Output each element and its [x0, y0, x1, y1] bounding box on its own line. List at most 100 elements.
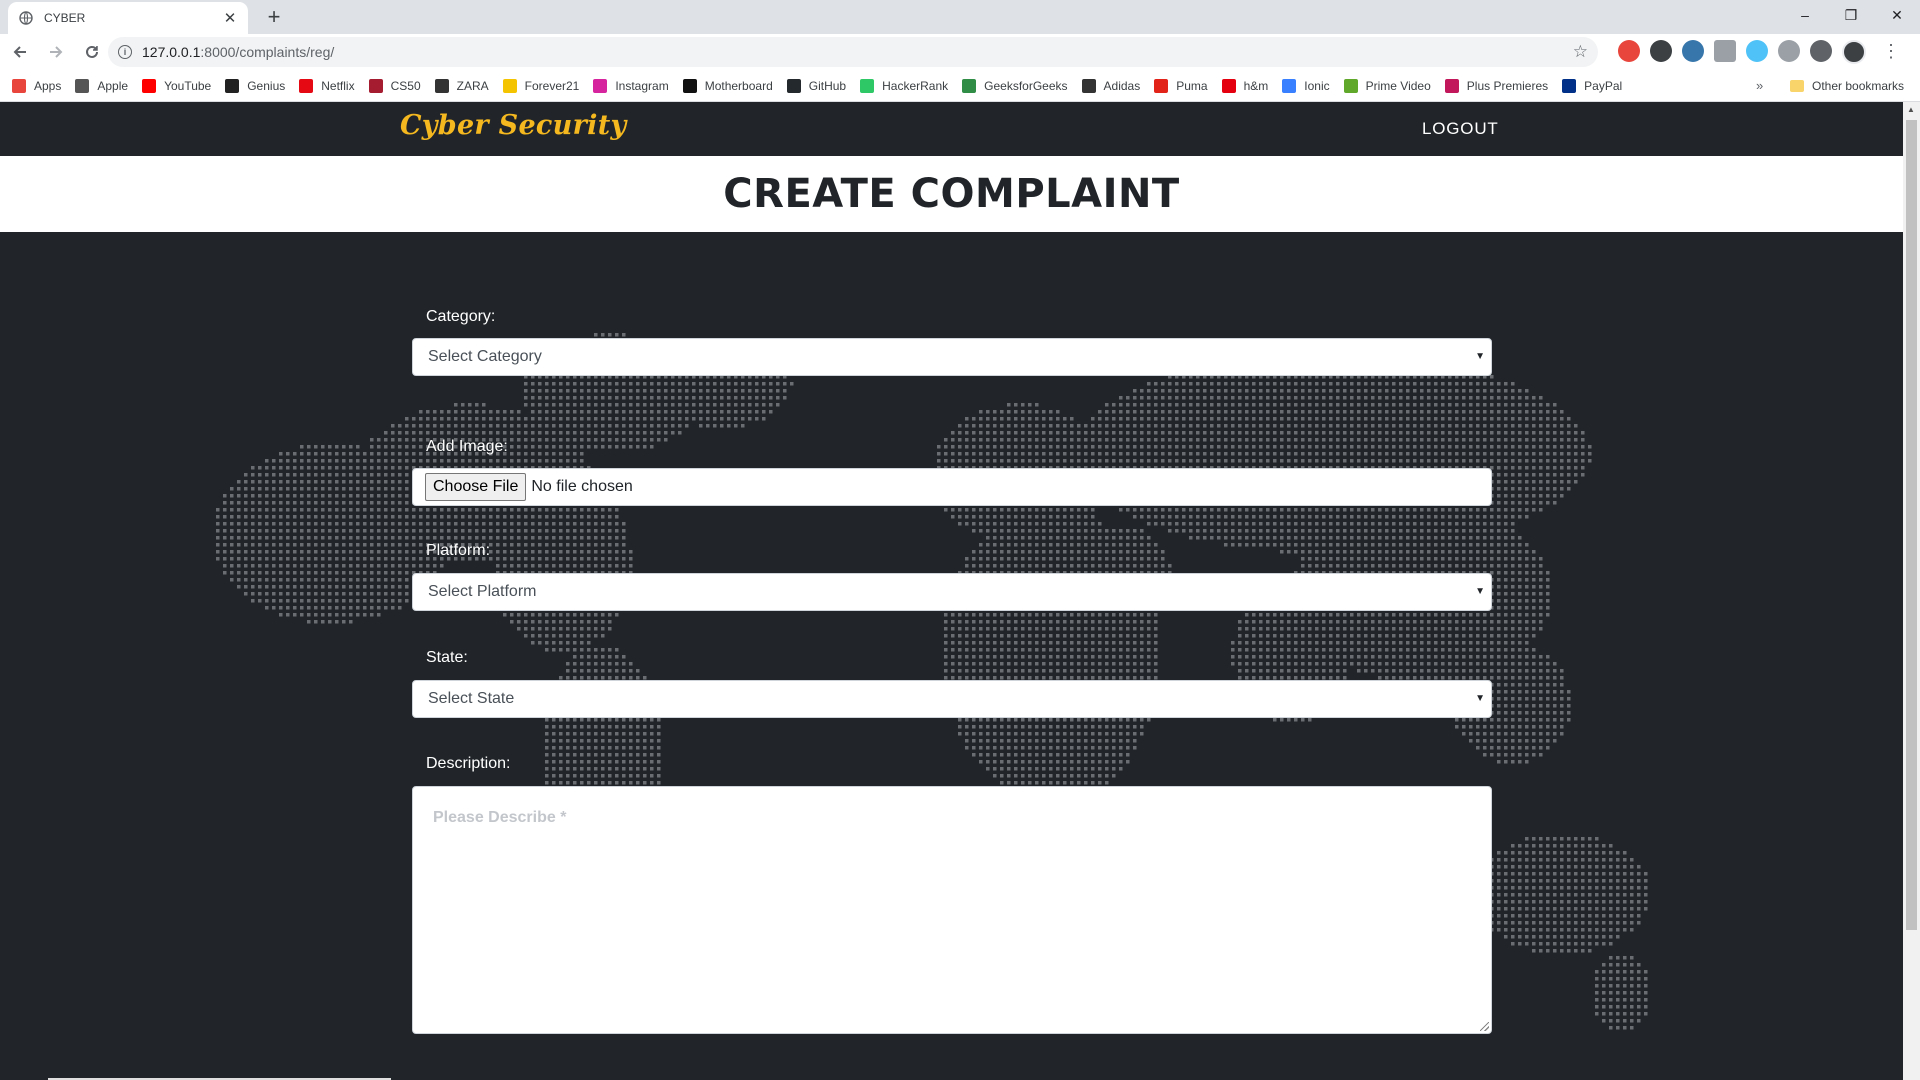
plus-premieres-icon — [1444, 78, 1459, 93]
platform-label: Platform: — [426, 542, 491, 559]
bookmark-label: Plus Premieres — [1466, 78, 1549, 93]
netflix-icon — [299, 78, 314, 93]
reload-icon — [86, 45, 98, 58]
scroll-up-icon[interactable]: ▲ — [1907, 105, 1915, 114]
page-scrollbar[interactable]: ▲ — [1903, 102, 1920, 1080]
geeksforgeeks-icon — [962, 78, 977, 93]
description-label: Description: — [426, 755, 511, 772]
bookmark-adidas[interactable]: Adidas — [1081, 78, 1141, 93]
hackerrank-icon — [860, 78, 875, 93]
bookmark-label: Prime Video — [1365, 78, 1431, 93]
cloud-extension-icon[interactable] — [1746, 40, 1768, 62]
bookmark-motherboard[interactable]: Motherboard — [682, 78, 773, 93]
other-bookmarks-folder[interactable]: Other bookmarks — [1790, 70, 1904, 102]
state-label: State: — [426, 649, 468, 666]
extension-icon[interactable] — [1778, 40, 1800, 62]
state-select[interactable]: Select State ▼ — [412, 680, 1492, 718]
bookmark-label: Genius — [247, 78, 286, 93]
category-select[interactable]: Select Category ▼ — [412, 338, 1492, 376]
file-status: No file chosen — [531, 478, 633, 495]
bookmark-label: CS50 — [390, 78, 421, 93]
minimize-button[interactable]: – — [1782, 0, 1828, 30]
bookmark-label: Apps — [34, 78, 62, 93]
extension-icon[interactable] — [1618, 40, 1640, 62]
back-button[interactable] — [4, 36, 36, 68]
paypal-icon — [1562, 78, 1577, 93]
platform-select-value: Select Platform — [428, 583, 537, 600]
category-label: Category: — [426, 308, 496, 325]
scrollbar-thumb[interactable] — [1906, 120, 1917, 930]
bookmark-zara[interactable]: ZARA — [434, 78, 489, 93]
cs50-icon — [368, 78, 383, 93]
bookmark-ionic[interactable]: Ionic — [1282, 78, 1330, 93]
address-bar[interactable]: i 127.0.0.1:8000/complaints/reg/ ☆ — [108, 37, 1598, 67]
bookmark-github[interactable]: GitHub — [786, 78, 846, 93]
platform-select[interactable]: Select Platform ▼ — [412, 573, 1492, 611]
forward-button[interactable] — [40, 36, 72, 68]
bookmark-genius[interactable]: Genius — [225, 78, 286, 93]
browser-menu-icon[interactable]: ⋮ — [1882, 40, 1900, 64]
extension-icon[interactable] — [1714, 40, 1736, 62]
bookmarks-bar: Apps Apple YouTube Genius Netflix CS50 ZARA For… — [0, 70, 1920, 102]
globe-icon — [18, 10, 34, 26]
bookmark-prime-video[interactable]: Prime Video — [1343, 78, 1431, 93]
apps-grid-icon — [12, 78, 26, 93]
bookmarks-overflow-button[interactable]: » — [1756, 78, 1763, 93]
profile-avatar[interactable] — [1842, 40, 1866, 64]
restore-button[interactable]: ❐ — [1828, 0, 1874, 30]
url-text: 127.0.0.1:8000/complaints/reg/ — [142, 44, 335, 60]
description-placeholder: Please Describe * — [433, 809, 567, 826]
bookmark-plus-premieres[interactable]: Plus Premieres — [1444, 78, 1549, 93]
extensions-area: ⋮ — [1618, 40, 1900, 64]
bookmark-label: Adidas — [1103, 78, 1141, 93]
image-file-input[interactable]: Choose File No file chosen — [412, 468, 1492, 506]
youtube-icon — [142, 78, 157, 93]
title-band: CREATE COMPLAINT — [0, 156, 1903, 232]
resize-grip-icon[interactable] — [1480, 1022, 1489, 1031]
logout-link[interactable]: LOGOUT — [1422, 119, 1499, 139]
site-info-icon[interactable]: i — [118, 45, 132, 59]
bookmark-label: Motherboard — [704, 78, 773, 93]
bookmark-h-m[interactable]: h&m — [1221, 78, 1269, 93]
bookmark-hackerrank[interactable]: HackerRank — [860, 78, 948, 93]
bookmark-label: Forever21 — [524, 78, 580, 93]
choose-file-button[interactable]: Choose File — [425, 473, 527, 501]
tab-close-icon[interactable]: ✕ — [222, 9, 238, 27]
instagram-icon — [593, 78, 608, 93]
bookmark-puma[interactable]: Puma — [1154, 78, 1208, 93]
site-navbar: Cyber Security LOGOUT — [0, 102, 1903, 156]
browser-tab[interactable]: CYBER ✕ — [8, 2, 248, 34]
bookmark-label: ZARA — [456, 78, 489, 93]
bookmark-label: h&m — [1243, 78, 1269, 93]
bookmark-apps[interactable]: Apps — [12, 78, 62, 93]
bookmark-label: PayPal — [1584, 78, 1623, 93]
site-brand[interactable]: Cyber Security — [400, 110, 626, 141]
python-extension-icon[interactable] — [1682, 40, 1704, 62]
description-textarea[interactable]: Please Describe * — [412, 786, 1492, 1034]
category-select-value: Select Category — [428, 348, 542, 365]
bookmark-paypal[interactable]: PayPal — [1562, 78, 1623, 93]
github-icon — [786, 78, 801, 93]
bookmark-geeksforgeeks[interactable]: GeeksforGeeks — [962, 78, 1068, 93]
arrow-right-icon — [50, 46, 63, 58]
bookmark-label: GeeksforGeeks — [984, 78, 1068, 93]
bookmark-forever21[interactable]: Forever21 — [502, 78, 580, 93]
tab-title: CYBER — [44, 11, 86, 25]
bookmark-youtube[interactable]: YouTube — [142, 78, 211, 93]
bookmark-star-icon[interactable]: ☆ — [1573, 43, 1588, 61]
bookmark-apple[interactable]: Apple — [75, 78, 128, 93]
bookmark-instagram[interactable]: Instagram — [593, 78, 669, 93]
bookmark-cs50[interactable]: CS50 — [368, 78, 421, 93]
zara-icon — [434, 78, 449, 93]
page-viewport: Cyber Security LOGOUT CREATE COMPLAINT C… — [0, 102, 1920, 1080]
bookmark-label: Instagram — [615, 78, 669, 93]
window-controls: – ❐ ✕ — [1782, 0, 1920, 30]
folder-icon — [1790, 80, 1804, 92]
puma-icon — [1154, 78, 1169, 93]
dark-mode-extension-icon[interactable] — [1810, 40, 1832, 62]
window-close-button[interactable]: ✕ — [1874, 0, 1920, 30]
reload-button[interactable] — [76, 36, 108, 68]
extension-icon[interactable] — [1650, 40, 1672, 62]
bookmark-netflix[interactable]: Netflix — [299, 78, 355, 93]
new-tab-button[interactable]: + — [260, 4, 288, 32]
